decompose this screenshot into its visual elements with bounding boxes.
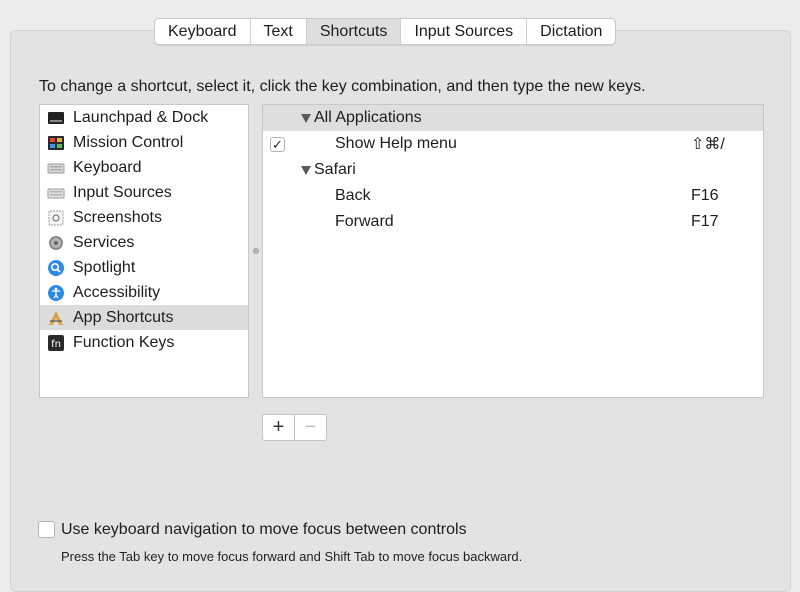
- tab-keyboard[interactable]: Keyboard: [155, 19, 249, 44]
- disclosure-triangle-icon[interactable]: [301, 113, 311, 123]
- app-shortcuts-icon: [47, 309, 65, 327]
- keyboard-icon: [47, 159, 65, 177]
- services-gear-icon: [47, 234, 65, 252]
- category-label: Accessibility: [73, 283, 161, 301]
- category-item-launchpad-dock[interactable]: Launchpad & Dock: [40, 105, 248, 130]
- group-label: Safari: [314, 161, 356, 178]
- spotlight-icon: [47, 259, 65, 277]
- category-label: Keyboard: [73, 158, 142, 176]
- tab-input-sources[interactable]: Input Sources: [400, 19, 526, 44]
- instructions-text: To change a shortcut, select it, click t…: [39, 78, 646, 95]
- accessibility-icon: [47, 284, 65, 302]
- input-sources-icon: [47, 184, 65, 202]
- keyboard-navigation-checkbox[interactable]: [38, 521, 55, 538]
- shortcut-enabled-checkbox[interactable]: ✓: [270, 136, 285, 152]
- shortcut-name: Back: [335, 187, 371, 204]
- tab-shortcuts[interactable]: Shortcuts: [305, 19, 401, 44]
- shortcut-keys[interactable]: F16: [691, 187, 719, 205]
- category-item-screenshots[interactable]: Screenshots: [40, 205, 248, 230]
- keyboard-navigation-label[interactable]: Use keyboard navigation to move focus be…: [61, 521, 467, 539]
- category-label: Screenshots: [73, 208, 162, 226]
- shortcut-row-show-help-menu[interactable]: ✓ Show Help menu ⇧⌘/: [263, 131, 763, 157]
- category-item-function-keys[interactable]: fn Function Keys: [40, 330, 248, 355]
- tab-bar: Keyboard Text Shortcuts Input Sources Di…: [154, 18, 617, 45]
- category-label: Function Keys: [73, 333, 175, 351]
- group-label: All Applications: [314, 109, 422, 126]
- shortcuts-table: All Applications ✓ Show Help menu ⇧⌘/ Sa…: [262, 104, 764, 398]
- category-label: Input Sources: [73, 183, 172, 201]
- category-item-keyboard[interactable]: Keyboard: [40, 155, 248, 180]
- shortcut-row-forward[interactable]: Forward F17: [263, 209, 763, 235]
- function-keys-icon: fn: [47, 334, 65, 352]
- category-item-app-shortcuts[interactable]: App Shortcuts: [40, 305, 248, 330]
- tab-dictation[interactable]: Dictation: [526, 19, 615, 44]
- category-item-accessibility[interactable]: Accessibility: [40, 280, 248, 305]
- shortcut-keys[interactable]: F17: [691, 213, 719, 231]
- shortcut-row-back[interactable]: Back F16: [263, 183, 763, 209]
- screenshots-icon: [47, 209, 65, 227]
- category-label: Launchpad & Dock: [73, 108, 209, 126]
- category-item-input-sources[interactable]: Input Sources: [40, 180, 248, 205]
- svg-text:fn: fn: [51, 339, 61, 350]
- add-remove-control: + −: [262, 414, 327, 441]
- shortcut-name: Show Help menu: [335, 135, 457, 152]
- category-label: Mission Control: [73, 133, 184, 151]
- category-item-services[interactable]: Services: [40, 230, 248, 255]
- category-item-spotlight[interactable]: Spotlight: [40, 255, 248, 280]
- shortcut-keys[interactable]: ⇧⌘/: [691, 134, 725, 154]
- split-view-handle[interactable]: [253, 248, 259, 254]
- shortcut-name: Forward: [335, 213, 394, 230]
- group-row-all-applications[interactable]: All Applications: [263, 105, 763, 131]
- launchpad-dock-icon: [47, 109, 65, 127]
- disclosure-triangle-icon[interactable]: [301, 165, 311, 175]
- category-item-mission-control[interactable]: Mission Control: [40, 130, 248, 155]
- group-row-safari[interactable]: Safari: [263, 157, 763, 183]
- keyboard-navigation-help: Press the Tab key to move focus forward …: [61, 549, 523, 564]
- category-label: App Shortcuts: [73, 308, 174, 326]
- mission-control-icon: [47, 134, 65, 152]
- category-label: Services: [73, 233, 135, 251]
- category-list: Launchpad & Dock Mission Control Keyboar…: [39, 104, 249, 398]
- remove-shortcut-button[interactable]: −: [294, 415, 326, 440]
- category-label: Spotlight: [73, 258, 136, 276]
- tab-text[interactable]: Text: [249, 19, 306, 44]
- add-shortcut-button[interactable]: +: [263, 415, 294, 440]
